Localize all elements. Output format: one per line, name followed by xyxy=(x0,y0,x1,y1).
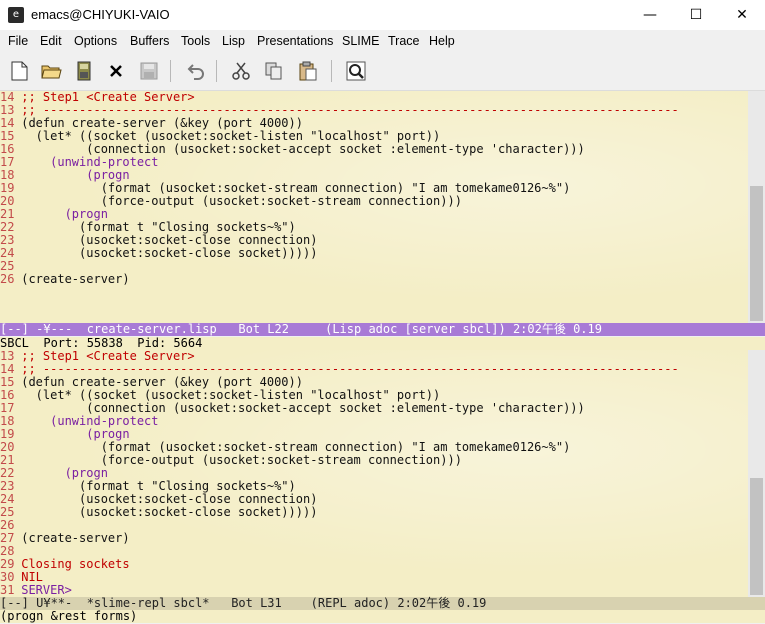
emacs-app-icon: e xyxy=(8,7,24,23)
upper-editor-pane[interactable]: 14 ;; Step1 <Create Server> 13 ;; ------… xyxy=(0,91,748,323)
menu-tools[interactable]: Tools xyxy=(181,34,210,48)
menu-options[interactable]: Options xyxy=(74,34,117,48)
upper-mode-line: [--] -¥--- create-server.lisp Bot L22 (L… xyxy=(0,323,765,336)
upper-scrollbar[interactable] xyxy=(748,91,765,323)
menu-slime[interactable]: SLIME xyxy=(342,34,380,48)
open-folder-icon[interactable] xyxy=(38,58,64,84)
echo-area: (progn &rest forms) xyxy=(0,610,765,623)
menu-file[interactable]: File xyxy=(8,34,28,48)
repl-pane[interactable]: 13 ;; Step1 <Create Server> 14 ;; ------… xyxy=(0,350,748,597)
scrollbar-thumb[interactable] xyxy=(750,186,763,321)
menu-edit[interactable]: Edit xyxy=(40,34,62,48)
copy-icon[interactable] xyxy=(261,58,287,84)
save-disabled-icon xyxy=(136,58,162,84)
menu-bar: File Edit Options Buffers Tools Lisp Pre… xyxy=(0,30,765,52)
code-line: 24 (usocket:socket-close socket))))) xyxy=(0,246,318,260)
toolbar-separator xyxy=(216,60,217,82)
paste-icon[interactable] xyxy=(295,58,321,84)
close-icon[interactable] xyxy=(103,58,129,84)
repl-line: 27 (create-server) xyxy=(0,531,130,545)
save-icon[interactable] xyxy=(71,58,97,84)
toolbar-separator xyxy=(170,60,171,82)
sbcl-header-line: SBCL Port: 55838 Pid: 5664 xyxy=(0,337,765,350)
menu-lisp[interactable]: Lisp xyxy=(222,34,245,48)
menu-buffers[interactable]: Buffers xyxy=(130,34,169,48)
scrollbar-thumb[interactable] xyxy=(750,478,763,595)
undo-icon[interactable] xyxy=(183,58,209,84)
window-title: emacs@CHIYUKI-VAIO xyxy=(31,7,170,22)
cut-icon[interactable] xyxy=(228,58,254,84)
new-file-icon[interactable] xyxy=(6,58,32,84)
minimize-button[interactable]: — xyxy=(627,0,673,30)
close-window-button[interactable]: ✕ xyxy=(719,0,765,30)
tool-bar xyxy=(0,52,765,91)
menu-trace[interactable]: Trace xyxy=(388,34,420,48)
repl-line: 25 (usocket:socket-close socket))))) xyxy=(0,505,318,519)
menu-presentations[interactable]: Presentations xyxy=(257,34,333,48)
echo-text: (progn &rest forms) xyxy=(0,609,138,623)
search-icon[interactable] xyxy=(343,58,369,84)
title-bar: e emacs@CHIYUKI-VAIO — ☐ ✕ xyxy=(0,0,765,30)
repl-scrollbar[interactable] xyxy=(748,350,765,597)
maximize-button[interactable]: ☐ xyxy=(673,0,719,30)
menu-help[interactable]: Help xyxy=(429,34,455,48)
code-line: 26 (create-server) xyxy=(0,272,130,286)
toolbar-separator xyxy=(331,60,332,82)
